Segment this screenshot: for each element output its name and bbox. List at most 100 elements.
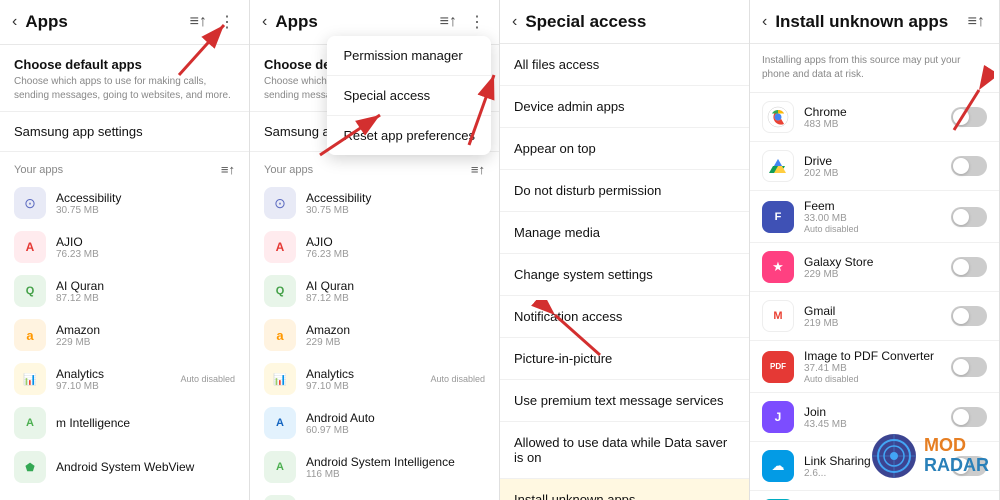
- asi2-icon: A: [264, 451, 296, 483]
- samsung-settings-item[interactable]: Samsung app settings: [0, 112, 249, 152]
- list-item[interactable]: A AJIO 76.23 MB: [0, 225, 249, 269]
- app-info: Android System WebView: [56, 460, 235, 474]
- app-name: Feem: [804, 199, 941, 213]
- ajio-icon: A: [14, 231, 46, 263]
- apps-sort-icon[interactable]: ≡↑: [221, 162, 235, 177]
- app-name: Analytics: [56, 367, 170, 381]
- do-not-disturb-item[interactable]: Do not disturb permission: [500, 170, 749, 212]
- all-files-access-item[interactable]: All files access: [500, 44, 749, 86]
- app-size: 202 MB: [804, 168, 941, 179]
- app-size: 97.10 MB: [56, 381, 170, 392]
- feem-icon: F: [762, 201, 794, 233]
- watermark-mod-text: MOD: [924, 436, 989, 456]
- chrome-toggle[interactable]: [951, 107, 987, 127]
- change-system-settings-item[interactable]: Change system settings: [500, 254, 749, 296]
- permission-manager-item[interactable]: Permission manager: [327, 36, 491, 76]
- drive-icon: [762, 150, 794, 182]
- app-list-2: ⊙ Accessibility 30.75 MB A AJIO 76.23 MB…: [250, 181, 499, 500]
- special-access-item[interactable]: Special access: [327, 76, 491, 116]
- amazon-icon: a: [14, 319, 46, 351]
- app-size: 229 MB: [56, 337, 235, 348]
- img2pdf-toggle-item[interactable]: PDF Image to PDF Converter 37.41 MB Auto…: [750, 341, 999, 393]
- sort4-icon[interactable]: ≡↑: [966, 11, 987, 33]
- notification-access-item[interactable]: Notification access: [500, 296, 749, 338]
- join-toggle[interactable]: [951, 407, 987, 427]
- device-admin-apps-item[interactable]: Device admin apps: [500, 86, 749, 128]
- list-item[interactable]: ⬟ Android System WebView: [250, 489, 499, 500]
- manage-media-item[interactable]: Manage media: [500, 212, 749, 254]
- more-options2-icon[interactable]: ⋮: [467, 10, 487, 34]
- app-name: Android Auto: [306, 411, 485, 425]
- app-info: AI Quran 87.12 MB: [306, 279, 485, 304]
- app-info: m Intelligence: [56, 416, 235, 430]
- app-name: Drive: [804, 154, 941, 168]
- gmail-toggle-item[interactable]: M Gmail 219 MB: [750, 292, 999, 341]
- panel1-header: ‹ Apps ≡↑ ⋮: [0, 0, 249, 45]
- app-disabled-label: Auto disabled: [430, 374, 485, 384]
- feem-toggle[interactable]: [951, 207, 987, 227]
- list-item[interactable]: a Amazon 229 MB: [250, 313, 499, 357]
- analytics-icon: 📊: [14, 363, 46, 395]
- app-info: Amazon 229 MB: [56, 323, 235, 348]
- use-premium-sms-item[interactable]: Use premium text message services: [500, 380, 749, 422]
- androidauto-icon: A: [264, 407, 296, 439]
- reset-app-preferences-item[interactable]: Reset app preferences: [327, 116, 491, 155]
- drive-toggle[interactable]: [951, 156, 987, 176]
- galaxy-store-icon: ★: [762, 251, 794, 283]
- app-size: 76.23 MB: [306, 249, 485, 260]
- gmail-toggle[interactable]: [951, 306, 987, 326]
- panel1-back-button[interactable]: ‹: [12, 13, 17, 31]
- more-options-icon[interactable]: ⋮: [217, 10, 237, 34]
- app-size: 43.45 MB: [804, 419, 941, 430]
- drive-toggle-item[interactable]: Drive 202 MB: [750, 142, 999, 191]
- galaxy-store-toggle[interactable]: [951, 257, 987, 277]
- panel4-header: ‹ Install unknown apps ≡↑: [750, 0, 999, 44]
- app-info: Analytics 97.10 MB: [306, 367, 420, 392]
- app-info: Amazon 229 MB: [306, 323, 485, 348]
- app-size: 229 MB: [306, 337, 485, 348]
- list-item[interactable]: 📊 Analytics 97.10 MB Auto disabled: [250, 357, 499, 401]
- list-item[interactable]: ⬟ Android System WebView: [0, 445, 249, 489]
- sort-icon[interactable]: ≡↑: [188, 11, 209, 33]
- disabled-label: Auto disabled: [804, 224, 941, 234]
- app-size: 229 MB: [804, 269, 941, 280]
- app-name: Analytics: [306, 367, 420, 381]
- choose-default-section[interactable]: Choose default apps Choose which apps to…: [0, 45, 249, 112]
- watermark-logo-icon: [870, 432, 918, 480]
- app-name: Amazon: [56, 323, 235, 337]
- list-item[interactable]: A Android Auto 60.97 MB: [250, 401, 499, 445]
- dropdown-menu: Permission manager Special access Reset …: [327, 36, 491, 155]
- chrome-toggle-item[interactable]: Chrome 483 MB: [750, 93, 999, 142]
- app-info: Accessibility 30.75 MB: [56, 191, 235, 216]
- panel3-back-button[interactable]: ‹: [512, 13, 517, 31]
- list-item[interactable]: ⊙ Accessibility 30.75 MB: [250, 181, 499, 225]
- list-item[interactable]: A AJIO 76.23 MB: [250, 225, 499, 269]
- sort2-icon[interactable]: ≡↑: [438, 11, 459, 33]
- aswv2-icon: ⬟: [264, 495, 296, 500]
- list-item[interactable]: Q AI Quran 87.12 MB: [0, 269, 249, 313]
- list-item[interactable]: A m Intelligence: [0, 401, 249, 445]
- img2pdf-toggle[interactable]: [951, 357, 987, 377]
- list-item[interactable]: ⊙ Accessibility 30.75 MB: [0, 181, 249, 225]
- app-name: Image to PDF Converter: [804, 349, 941, 363]
- panel2-back-button[interactable]: ‹: [262, 13, 267, 31]
- app-name: Galaxy Store: [804, 255, 941, 269]
- apps-sort-icon2[interactable]: ≡↑: [471, 162, 485, 177]
- app-size: 87.12 MB: [306, 293, 485, 304]
- feem-toggle-item[interactable]: F Feem 33.00 MB Auto disabled: [750, 191, 999, 243]
- panel4-header-icons: ≡↑: [966, 11, 987, 33]
- data-saver-item[interactable]: Allowed to use data while Data saver is …: [500, 422, 749, 479]
- img2pdf-info: Image to PDF Converter 37.41 MB Auto dis…: [804, 349, 941, 384]
- install-unknown-apps-item[interactable]: Install unknown apps: [500, 479, 749, 500]
- picture-in-picture-item[interactable]: Picture-in-picture: [500, 338, 749, 380]
- list-item[interactable]: 📊 Analytics 97.10 MB Auto disabled: [0, 357, 249, 401]
- panel1-content: Choose default apps Choose which apps to…: [0, 45, 249, 500]
- your-apps-label: Your apps: [14, 164, 63, 176]
- appear-on-top-item[interactable]: Appear on top: [500, 128, 749, 170]
- galaxy-store-toggle-item[interactable]: ★ Galaxy Store 229 MB: [750, 243, 999, 292]
- myp-toggle-item[interactable]: M My P...: [750, 491, 999, 500]
- list-item[interactable]: A Android System Intelligence 116 MB: [250, 445, 499, 489]
- list-item[interactable]: Q AI Quran 87.12 MB: [250, 269, 499, 313]
- panel4-back-button[interactable]: ‹: [762, 13, 767, 31]
- list-item[interactable]: a Amazon 229 MB: [0, 313, 249, 357]
